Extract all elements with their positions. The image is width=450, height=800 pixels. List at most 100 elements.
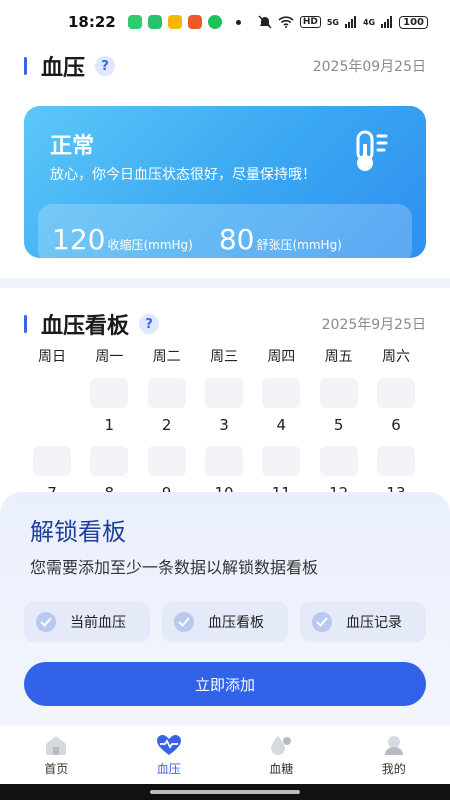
day-marker <box>262 446 301 476</box>
systolic-reading: 120 收缩压(mmHg) <box>52 223 193 256</box>
more-notifications-icon <box>235 19 241 25</box>
check-icon <box>174 612 194 632</box>
day-number: 2 <box>161 416 172 434</box>
board-help-button[interactable]: ? <box>139 314 160 334</box>
bp-section-title: 血压 <box>41 56 86 81</box>
bp-readings-panel: 120 收缩压(mmHg) 80 舒张压(mmHg) <box>38 204 412 258</box>
section-divider <box>0 278 450 288</box>
weekday-wed: 周三 <box>209 349 238 365</box>
calendar-day[interactable]: 3 <box>196 378 252 434</box>
blood-drop-icon <box>271 735 292 755</box>
board-section-date: 2025年9月25日 <box>321 317 426 333</box>
feature-bp-records: 血压记录 <box>300 602 426 642</box>
board-section-header: 血压看板 ? 2025年9月25日 <box>24 308 426 340</box>
unlock-features: 当前血压 血压看板 血压记录 <box>24 602 426 642</box>
section-accent-bar <box>24 315 27 333</box>
day-number: 1 <box>104 416 115 434</box>
day-marker <box>147 378 186 408</box>
systolic-value: 120 <box>52 223 106 256</box>
nav-label: 血糖 <box>269 761 294 776</box>
bp-section-date: 2025年09月25日 <box>312 59 426 75</box>
thermometer-icon <box>356 130 388 171</box>
home-icon <box>46 735 67 755</box>
mute-icon <box>258 15 272 29</box>
battery-indicator: 100 <box>399 15 428 29</box>
weekday-fri: 周五 <box>324 349 353 365</box>
weekday-thu: 周四 <box>267 349 296 365</box>
wifi-icon <box>278 16 294 28</box>
calendar-day[interactable]: 4 <box>253 378 309 434</box>
section-accent-bar <box>24 57 27 75</box>
day-marker <box>33 446 71 476</box>
nav-label: 血压 <box>156 761 181 776</box>
day-marker <box>376 446 415 476</box>
nav-home[interactable]: 首页 <box>0 726 113 784</box>
notification-icons <box>127 15 241 29</box>
signal-5g: 5G <box>326 17 339 27</box>
day-number: 4 <box>276 416 287 434</box>
day-marker <box>90 378 129 408</box>
diastolic-value: 80 <box>218 223 255 256</box>
bp-status-label: 正常 <box>50 134 95 159</box>
signal-bars-icon <box>344 16 356 28</box>
bp-help-button[interactable]: ? <box>95 56 116 76</box>
phone-icon <box>127 15 142 29</box>
status-time: 18:22 <box>68 13 116 31</box>
signal-4g: 4G <box>362 17 376 27</box>
feature-label: 当前血压 <box>70 615 126 631</box>
day-marker <box>376 378 415 408</box>
day-marker <box>147 446 186 476</box>
check-icon <box>36 612 56 632</box>
systolic-label: 收缩压(mmHg) <box>107 238 193 252</box>
day-marker <box>319 378 358 408</box>
weekday-sun: 周日 <box>38 349 66 365</box>
diastolic-reading: 80 舒张压(mmHg) <box>219 223 342 256</box>
bp-status-message: 放心，你今日血压状态很好，尽量保持哦！ <box>50 167 316 183</box>
calendar-week-1: 1 2 3 4 5 6 <box>24 378 424 434</box>
status-bar: 18:22 HD 5G 4G 100 <box>0 0 450 44</box>
calendar-day[interactable]: 5 <box>311 378 367 434</box>
feature-label: 血压看板 <box>208 615 264 631</box>
weekday-sat: 周六 <box>381 349 410 365</box>
wallet-icon <box>167 15 182 29</box>
chat-icon <box>207 15 222 29</box>
system-indicators: HD 5G 4G 100 <box>258 15 428 29</box>
calendar-day[interactable]: 2 <box>139 378 195 434</box>
day-marker <box>262 378 301 408</box>
calendar-day[interactable]: 6 <box>368 378 424 434</box>
add-now-button[interactable]: 立即添加 <box>24 662 426 706</box>
nav-blood-sugar[interactable]: 血糖 <box>225 726 338 784</box>
nav-label: 首页 <box>44 761 69 776</box>
day-number: 3 <box>219 416 229 434</box>
calendar-weekdays: 周日 周一 周二 周三 周四 周五 周六 <box>24 346 424 366</box>
calendar-day[interactable]: 1 <box>81 378 137 434</box>
day-number: 5 <box>333 416 344 434</box>
day-marker <box>204 378 243 408</box>
feature-current-bp: 当前血压 <box>24 602 150 642</box>
video-icon <box>187 15 202 29</box>
nav-blood-pressure[interactable]: 血压 <box>113 726 226 784</box>
day-marker <box>319 446 358 476</box>
heart-pulse-icon <box>156 734 181 755</box>
feature-label: 血压记录 <box>346 615 402 631</box>
unlock-board-sheet: 解锁看板 您需要添加至少一条数据以解锁数据看板 当前血压 血压看板 血压记录 立… <box>0 492 450 726</box>
system-home-bar <box>0 784 450 800</box>
calendar-day-empty <box>24 378 80 434</box>
day-marker <box>90 446 129 476</box>
hd-badge: HD <box>299 16 321 28</box>
board-section-title: 血压看板 <box>41 314 130 339</box>
bp-status-card: 正常 放心，你今日血压状态很好，尽量保持哦！ 120 收缩压(mmHg) 80 … <box>24 106 426 258</box>
unlock-description: 您需要添加至少一条数据以解锁数据看板 <box>30 558 319 577</box>
signal-bars-2-icon <box>381 16 393 28</box>
unlock-title: 解锁看板 <box>30 518 126 546</box>
feature-bp-board: 血压看板 <box>162 602 288 642</box>
nav-profile[interactable]: 我的 <box>338 726 450 784</box>
bottom-nav: 首页 血压 血糖 我的 <box>0 726 450 784</box>
weekday-mon: 周一 <box>95 349 124 365</box>
day-marker <box>204 446 243 476</box>
home-indicator[interactable] <box>150 790 300 794</box>
weekday-tue: 周二 <box>152 349 181 365</box>
check-icon <box>312 612 332 632</box>
bp-section-header: 血压 ? 2025年09月25日 <box>24 50 426 82</box>
day-number: 6 <box>391 416 401 434</box>
